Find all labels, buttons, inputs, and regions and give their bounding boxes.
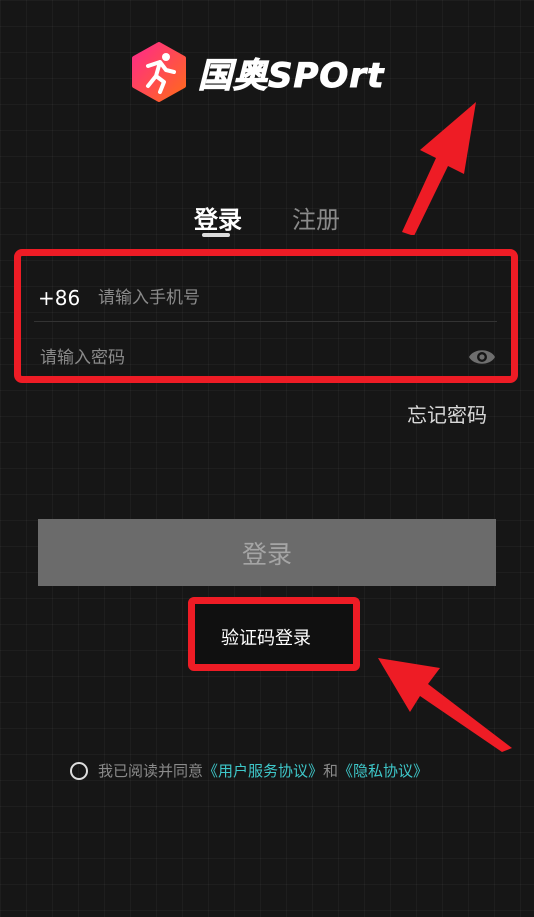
annotation-arrow-bottom xyxy=(378,658,512,752)
privacy-link[interactable]: 《隐私协议》 xyxy=(338,760,428,781)
field-divider xyxy=(34,321,497,322)
agreement-and: 和 xyxy=(323,762,339,780)
terms-link[interactable]: 《用户服务协议》 xyxy=(203,760,323,781)
code-login-button[interactable]: 验证码登录 xyxy=(188,597,360,671)
agreement-prefix: 我已阅读并同意 xyxy=(98,762,204,780)
code-login-label: 验证码登录 xyxy=(221,628,311,649)
login-button[interactable]: 登录 xyxy=(38,519,496,586)
tab-login[interactable]: 登录 xyxy=(194,200,242,235)
agreement-row: 我已阅读并同意 《用户服务协议》 和 《隐私协议》 xyxy=(70,760,428,781)
annotation-arrow-top xyxy=(402,102,476,235)
tab-register[interactable]: 注册 xyxy=(292,200,340,235)
forgot-password-link[interactable]: 忘记密码 xyxy=(407,399,487,428)
password-input[interactable] xyxy=(38,343,442,373)
eye-icon[interactable] xyxy=(467,346,497,368)
agree-radio[interactable] xyxy=(70,761,88,780)
brand-name: 国奥SPOrt xyxy=(197,55,385,96)
country-code[interactable]: +86 xyxy=(38,286,80,310)
phone-input[interactable] xyxy=(96,283,420,313)
active-tab-indicator xyxy=(202,233,230,237)
app-logo: 国奥SPOrt xyxy=(130,42,410,102)
running-person-logo-icon xyxy=(132,42,186,102)
